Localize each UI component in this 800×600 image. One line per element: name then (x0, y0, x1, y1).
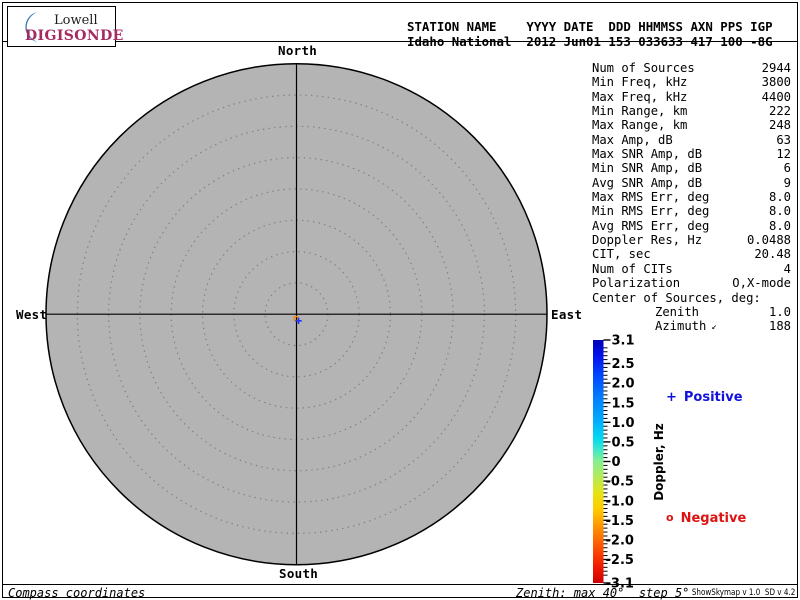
colorbar-axis-label: Doppler, Hz (652, 423, 666, 501)
compass-north-label: North (278, 43, 318, 58)
stat-label: Min RMS Err, deg (592, 204, 710, 219)
colorbar-tick-label: -2.0 (606, 533, 634, 548)
stat-row: Max RMS Err, deg 8.0 (592, 190, 791, 204)
colorbar-tick-label: 1.0 (612, 416, 635, 431)
header-column-names: STATION NAME YYYY DATE DDD HHMMSS AXN PP… (407, 19, 773, 35)
stat-row: Max Amp, dB 63 (592, 133, 791, 147)
stat-value: 2944 (761, 61, 791, 75)
stat-value: 188 (768, 319, 791, 334)
stat-row: CIT, sec 20.48 (592, 247, 791, 261)
colorbar-tick-label: 2.5 (612, 357, 635, 372)
colorbar-tick-label: -0.5 (606, 475, 634, 490)
logo-digisonde-text: DIGISONDE (25, 28, 124, 44)
stat-row: Zenith 1.0 (592, 305, 791, 319)
plus-marker-icon: + (666, 390, 677, 405)
stat-row: Center of Sources, deg: (592, 291, 791, 305)
stat-row: Num of Sources 2944 (592, 61, 791, 75)
stat-label: Center of Sources, deg: (592, 290, 761, 305)
footer-version: ShowSkymap v 1.0 SD v 4.2 (691, 588, 795, 598)
doppler-colorbar: 3.12.52.01.51.00.50-0.5-1.0-1.5-2.0-2.5-… (593, 334, 635, 592)
stat-label: Min Freq, kHz (592, 75, 688, 90)
compass-east-label: East (551, 307, 583, 322)
colorbar-tick-label: 0 (612, 455, 621, 470)
stat-row: Num of CITs 4 (592, 262, 791, 276)
footer-separator (3, 584, 797, 585)
stat-row: Avg RMS Err, deg 8.0 (592, 219, 791, 233)
stat-label: Max Amp, dB (592, 132, 673, 147)
legend-negative: o Negative (666, 511, 746, 526)
stat-value: 6 (783, 161, 791, 176)
logo-lowell-text: Lowell (54, 13, 98, 28)
stat-row: Max Range, km 248 (592, 118, 791, 132)
stat-label: Num of Sources (592, 61, 695, 75)
stat-value: O,X-mode (732, 276, 791, 291)
stat-value: 63 (776, 132, 791, 147)
lowell-digisonde-logo: Lowell DIGISONDE (7, 6, 123, 47)
colorbar-tick-label: 2.0 (612, 377, 635, 392)
stat-label: Avg SNR Amp, dB (592, 175, 703, 190)
stat-value: 9 (783, 175, 791, 190)
stat-value: 222 (768, 104, 791, 119)
stat-label: Min SNR Amp, dB (592, 161, 703, 176)
legend-negative-label: Negative (680, 511, 747, 526)
stat-label: Num of CITs (592, 261, 673, 276)
stat-row: Max SNR Amp, dB 12 (592, 147, 791, 161)
colorbar-gradient (593, 340, 604, 583)
stat-row: Avg SNR Amp, dB 9 (592, 176, 791, 190)
legend-positive-label: Positive (683, 390, 743, 405)
stat-label: Polarization (592, 276, 681, 291)
stat-label: Max RMS Err, deg (592, 190, 710, 205)
stat-row: Doppler Res, Hz 0.0488 (592, 233, 791, 247)
stat-row: Polarization O,X-mode (592, 276, 791, 290)
stat-value: 8.0 (768, 190, 791, 205)
stat-label: Max Range, km (592, 118, 688, 133)
stat-value: 8.0 (768, 204, 791, 219)
stat-value: 1.0 (768, 304, 791, 319)
stat-label: Azimuth (655, 319, 707, 334)
stat-label: CIT, sec (592, 247, 651, 262)
compass-west-label: West (16, 307, 48, 322)
stats-panel: Num of Sources 2944 Min Freq, kHz 3800 Max F… (592, 61, 791, 334)
stat-label: Zenith (655, 304, 700, 319)
colorbar-tick-label: -1.0 (606, 494, 634, 509)
stat-row: Min RMS Err, deg 8.0 (592, 204, 791, 218)
stat-label: Max Freq, kHz (592, 89, 688, 104)
stat-value: 8.0 (768, 218, 791, 233)
stat-row: Azimuth ↙ 188 (592, 319, 791, 333)
stat-label: Max SNR Amp, dB (592, 147, 703, 162)
stat-row: Min Freq, kHz 3800 (592, 75, 791, 89)
stat-value: 20.48 (754, 247, 791, 262)
stat-value: 12 (776, 147, 791, 162)
stat-value: 248 (768, 118, 791, 133)
stat-row: Min Range, km 222 (592, 104, 791, 118)
stat-label: Avg RMS Err, deg (592, 218, 710, 233)
colorbar-tick-label: 3.1 (612, 334, 635, 349)
stat-row: Max Freq, kHz 4400 (592, 90, 791, 104)
colorbar-tick-label: -1.5 (606, 514, 634, 529)
stat-value: 3800 (761, 75, 791, 90)
colorbar-tick-label: 1.5 (612, 396, 635, 411)
stat-value: 4400 (761, 89, 791, 104)
stat-value: 4 (783, 261, 791, 276)
showskymap-window: 3.1 2.5 2.0 1.5 1.0 0.5 0 -0.5 -1.0 -1.5 -2.0 -2.5-… (0, 0, 800, 600)
skymap-group (45, 62, 548, 566)
colorbar-tick-label: -2.5 (606, 553, 634, 568)
circle-marker-icon: o (666, 511, 674, 524)
footer-zenith-scale: Zenith: max 40° step 5° (516, 586, 690, 600)
compass-south-label: South (279, 566, 319, 581)
stat-value: 0.0488 (746, 233, 791, 248)
stat-label: Doppler Res, Hz (592, 233, 703, 248)
stat-row: Min SNR Amp, dB 6 (592, 161, 791, 175)
azimuth-direction-arrow-icon: ↙ (711, 322, 717, 333)
stat-label: Min Range, km (592, 104, 688, 119)
legend-positive: + Positive (666, 390, 743, 405)
footer-coordinate-system: Compass coordinates (8, 586, 146, 600)
colorbar-tick-label: 0.5 (612, 436, 635, 451)
